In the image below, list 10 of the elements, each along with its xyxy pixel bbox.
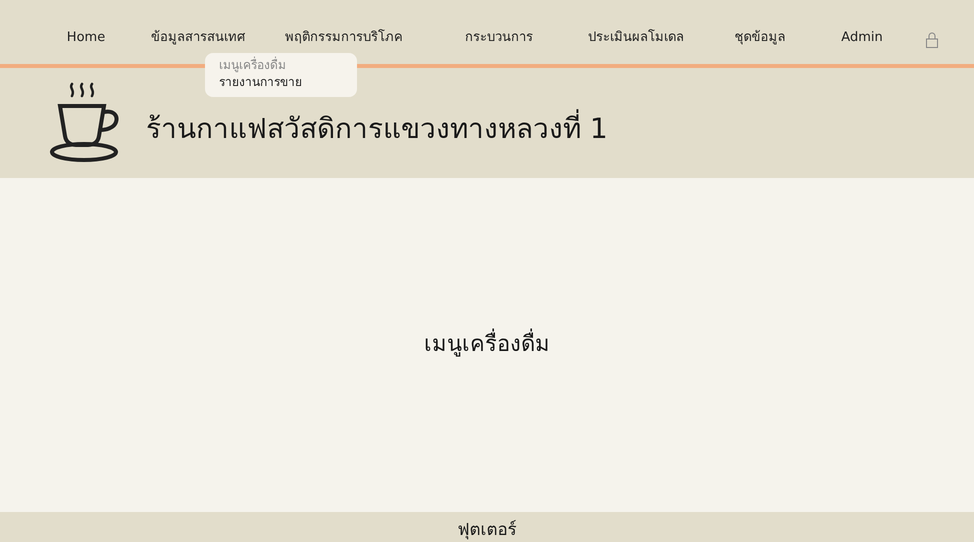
nav-link[interactable]: Home <box>66 30 106 45</box>
nav-link[interactable]: ประเมินผลโมเดล <box>588 30 684 45</box>
dropdown-item[interactable]: รายงานการขาย <box>219 74 343 91</box>
nav-link[interactable]: ชุดข้อมูล <box>734 30 786 45</box>
lock-icon[interactable] <box>926 32 938 48</box>
nav-link[interactable]: กระบวนการ <box>465 30 533 45</box>
nav-link[interactable]: ข้อมูลสารสนเทศ <box>151 30 245 45</box>
nav-link[interactable]: Admin <box>841 30 883 45</box>
nav-link[interactable]: พฤติกรรมการบริโภค <box>285 30 403 45</box>
footer-text: ฟุตเตอร์ <box>0 512 974 542</box>
